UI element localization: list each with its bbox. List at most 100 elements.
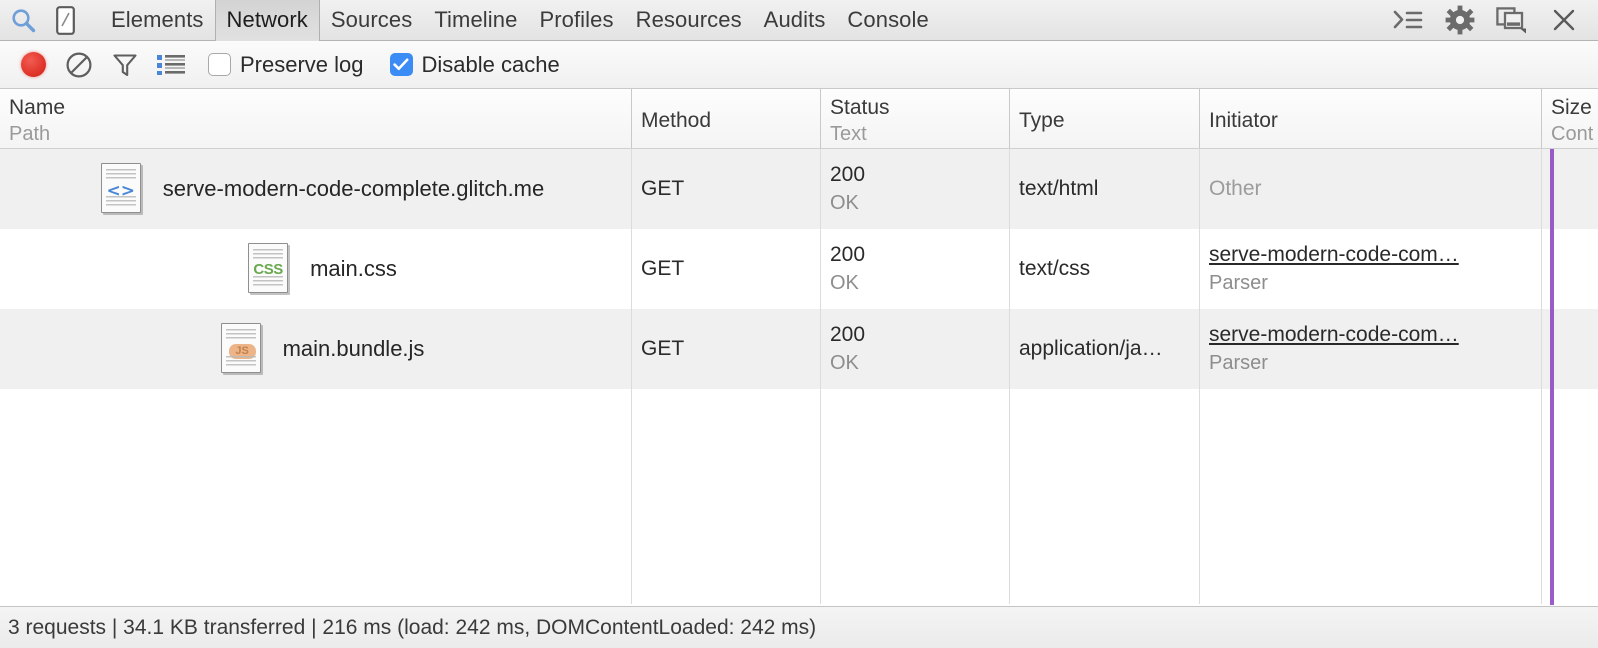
devtools-window: Elements Network Sources Timeline Profil… [0, 0, 1598, 648]
filler-cell [0, 389, 632, 604]
column-subtitle: Cont [1551, 121, 1598, 147]
network-filter-toolbar: Preserve log Disable cache [0, 41, 1598, 89]
tab-label: Timeline [434, 7, 517, 33]
preserve-log-checkbox[interactable]: Preserve log [208, 52, 364, 78]
filler-cell [1010, 389, 1200, 604]
column-title: Name [9, 95, 631, 121]
request-initiator-link[interactable]: serve-modern-code-com… [1209, 241, 1541, 269]
column-subtitle: Text [830, 121, 1009, 147]
settings-gear-icon [1445, 5, 1475, 35]
filter-button[interactable] [102, 42, 148, 88]
tab-label: Resources [636, 7, 742, 33]
filler-cell [1200, 389, 1542, 604]
request-type: text/html [1019, 175, 1199, 203]
filler-cell [821, 389, 1010, 604]
waterfall-marker-line [1550, 149, 1554, 605]
column-header-size[interactable]: Size Cont [1542, 89, 1598, 148]
column-header-status[interactable]: Status Text [821, 89, 1010, 148]
device-toolbar-button[interactable] [44, 0, 86, 40]
tab-timeline[interactable]: Timeline [423, 0, 528, 41]
column-header-name[interactable]: Name Path [0, 89, 632, 148]
request-name: serve-modern-code-complete.glitch.me [163, 176, 545, 202]
cell-type: text/html [1010, 149, 1200, 229]
request-initiator-link[interactable]: serve-modern-code-com… [1209, 321, 1541, 349]
tab-label: Network [227, 7, 308, 33]
cell-initiator: Other [1200, 149, 1542, 229]
column-title: Initiator [1209, 108, 1541, 134]
panel-tabs: Elements Network Sources Timeline Profil… [100, 0, 940, 41]
tab-sources[interactable]: Sources [320, 0, 423, 41]
tab-label: Sources [331, 7, 412, 33]
cell-status: 200 OK [821, 149, 1010, 229]
request-initiator-type: Parser [1209, 269, 1541, 297]
cell-status: 200 OK [821, 229, 1010, 309]
request-initiator: Other [1209, 175, 1541, 203]
filter-funnel-icon [111, 51, 139, 79]
network-requests-table[interactable]: Name Path Method Status Text Type Initia… [0, 89, 1598, 606]
table-empty-area [0, 389, 1598, 604]
cell-type: application/ja… [1010, 309, 1200, 389]
column-title: Status [830, 95, 1009, 121]
cell-method: GET [632, 149, 821, 229]
tab-console[interactable]: Console [836, 0, 939, 41]
cell-name[interactable]: CSS main.css [0, 229, 632, 309]
request-status: 200 [830, 241, 1009, 269]
tab-label: Profiles [539, 7, 613, 33]
cell-type: text/css [1010, 229, 1200, 309]
record-icon [21, 52, 46, 77]
column-title: Method [641, 108, 820, 134]
view-list-icon [156, 53, 186, 77]
request-name: main.css [310, 256, 397, 282]
table-row[interactable]: CSS main.css GET 200 OK text/css serve-m… [0, 229, 1598, 309]
request-initiator-type: Parser [1209, 349, 1541, 377]
inspect-element-button[interactable] [2, 0, 44, 40]
cell-initiator: serve-modern-code-com… Parser [1200, 309, 1542, 389]
css-document-icon: CSS [245, 242, 291, 296]
checkmark-icon [393, 58, 409, 71]
disable-cache-checkbox[interactable]: Disable cache [390, 52, 560, 78]
tab-label: Elements [111, 7, 204, 33]
tab-network[interactable]: Network [215, 0, 320, 41]
tab-label: Audits [764, 7, 826, 33]
column-title: Type [1019, 108, 1199, 134]
column-header-initiator[interactable]: Initiator [1200, 89, 1542, 148]
tab-profiles[interactable]: Profiles [528, 0, 624, 41]
html-document-icon: <> [98, 162, 144, 216]
dock-position-button[interactable] [1486, 0, 1538, 40]
cell-name[interactable]: <> serve-modern-code-complete.glitch.me [0, 149, 632, 229]
tab-audits[interactable]: Audits [753, 0, 837, 41]
tab-label: Console [847, 7, 928, 33]
request-type: application/ja… [1019, 335, 1199, 363]
column-subtitle: Path [9, 121, 631, 147]
toggle-console-drawer-button[interactable] [1382, 0, 1434, 40]
close-devtools-button[interactable] [1538, 0, 1590, 40]
cell-initiator: serve-modern-code-com… Parser [1200, 229, 1542, 309]
settings-button[interactable] [1434, 0, 1486, 40]
table-header-row: Name Path Method Status Text Type Initia… [0, 89, 1598, 149]
preserve-log-box [208, 53, 231, 76]
clear-requests-button[interactable] [56, 42, 102, 88]
request-method: GET [641, 337, 820, 361]
column-header-type[interactable]: Type [1010, 89, 1200, 148]
tab-elements[interactable]: Elements [100, 0, 215, 41]
cell-name[interactable]: main.bundle.js [0, 309, 632, 389]
clear-icon [65, 51, 93, 79]
dock-window-icon [1496, 6, 1528, 34]
request-status: 200 [830, 321, 1009, 349]
view-list-button[interactable] [148, 42, 194, 88]
request-method: GET [641, 177, 820, 201]
disable-cache-label: Disable cache [422, 52, 560, 78]
column-header-method[interactable]: Method [632, 89, 821, 148]
table-row[interactable]: main.bundle.js GET 200 OK application/ja… [0, 309, 1598, 389]
js-document-icon [218, 322, 264, 376]
network-summary-text: 3 requests | 34.1 KB transferred | 216 m… [8, 616, 816, 640]
tab-resources[interactable]: Resources [625, 0, 753, 41]
table-row[interactable]: <> serve-modern-code-complete.glitch.me … [0, 149, 1598, 229]
filler-cell [632, 389, 821, 604]
preserve-log-label: Preserve log [240, 52, 364, 78]
request-type: text/css [1019, 255, 1199, 283]
request-status-text: OK [830, 189, 1009, 217]
tabbar-actions [1382, 0, 1596, 40]
request-status-text: OK [830, 269, 1009, 297]
record-button[interactable] [10, 42, 56, 88]
